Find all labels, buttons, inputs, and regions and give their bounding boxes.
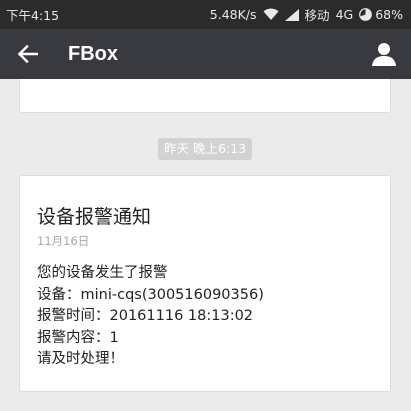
message-line: 报警时间：20161116 18:13:02 (37, 308, 254, 324)
notification-body: 您的设备发生了报警 设备：mini-cqs(300516090356) 报警时间… (37, 263, 264, 371)
signal-icon (284, 8, 299, 21)
back-arrow-icon (18, 45, 38, 63)
message-line: 您的设备发生了报警 (37, 265, 168, 281)
notification-date: 11月16日 (37, 234, 90, 248)
carrier-name: 移动 (304, 8, 330, 23)
battery-indicator: 68% (359, 7, 403, 22)
app-title: FBox (68, 42, 118, 65)
battery-icon (359, 8, 373, 21)
previous-message-card[interactable] (19, 79, 391, 113)
wifi-icon (263, 8, 279, 21)
battery-level: 68% (375, 7, 403, 22)
profile-icon (371, 41, 397, 67)
message-line: 请及时处理！ (37, 351, 124, 367)
notification-title: 设备报警通知 (37, 206, 152, 228)
alarm-notification-card[interactable]: 设备报警通知 11月16日 您的设备发生了报警 设备：mini-cqs(3005… (19, 175, 391, 392)
message-line: 报警内容：1 (37, 329, 119, 346)
back-button[interactable] (0, 29, 56, 79)
status-bar: 下午4:15 5.48K/s 移动 4G 68% (0, 0, 411, 29)
chat-timestamp: 昨天 晚上6:13 (158, 138, 253, 160)
network-type: 4G (335, 7, 354, 22)
app-bar: FBox (0, 29, 411, 79)
profile-button[interactable] (369, 39, 399, 69)
status-right-group: 5.48K/s 移动 4G 68% (210, 5, 403, 24)
network-speed: 5.48K/s (209, 7, 257, 22)
message-line: 设备：mini-cqs(300516090356) (37, 286, 264, 303)
status-time: 下午4:15 (6, 8, 60, 23)
